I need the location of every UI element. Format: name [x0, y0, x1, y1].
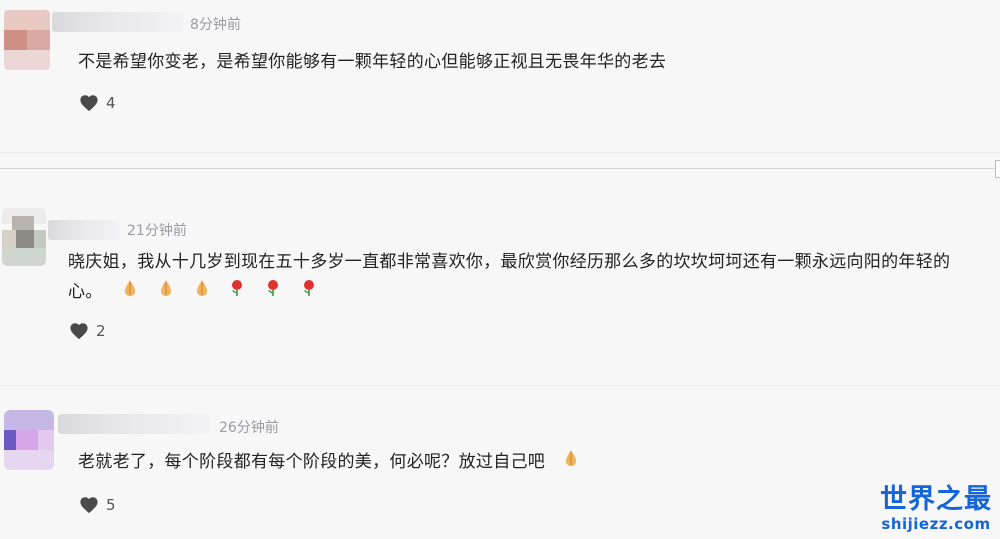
comment-text: 老就老了，每个阶段都有每个阶段的美，何必呢？放过自己吧 [78, 452, 546, 472]
clasped-hands-emoji [122, 277, 138, 307]
username-blurred[interactable] [52, 12, 184, 32]
rose-emoji [301, 277, 317, 307]
username-blurred[interactable] [48, 220, 120, 240]
avatar[interactable] [2, 208, 46, 266]
comment-text: 不是希望你变老，是希望你能够有一颗年轻的心但能够正视且无畏年华的老去 [78, 52, 667, 72]
comment-item: 26分钟前 老就老了，每个阶段都有每个阶段的美，何必呢？放过自己吧 5 [0, 390, 1000, 539]
heart-icon [80, 497, 98, 514]
clasped-hands-emoji [158, 277, 174, 307]
comment-text-line-2: 心。 [68, 277, 331, 307]
divider [0, 152, 1000, 153]
rose-emoji [265, 277, 281, 307]
clasped-hands-emoji [194, 277, 210, 307]
comment-text-line: 老就老了，每个阶段都有每个阶段的美，何必呢？放过自己吧 [78, 447, 593, 477]
comment-text-line-1: 晓庆姐，我从十几岁到现在五十多岁一直都非常喜欢你，最欣赏你经历那么多的坎坎坷坷还… [68, 252, 951, 272]
avatar[interactable] [4, 10, 50, 70]
watermark-title: 世界之最 [880, 484, 992, 515]
comment-item: 8分钟前 不是希望你变老，是希望你能够有一颗年轻的心但能够正视且无畏年华的老去 … [0, 0, 1000, 160]
like-count: 2 [96, 322, 106, 340]
comment-text-tail: 心。 [68, 282, 103, 302]
like-button[interactable]: 2 [69, 322, 106, 340]
like-button[interactable]: 5 [79, 496, 116, 514]
username-blurred[interactable] [58, 414, 210, 434]
comment-timestamp: 8分钟前 [190, 17, 241, 33]
comment-item: 21分钟前 晓庆姐，我从十几岁到现在五十多岁一直都非常喜欢你，最欣赏你经历那么多… [0, 170, 1000, 385]
like-count: 4 [106, 94, 116, 112]
divider [0, 168, 1000, 169]
watermark-logo: 世界之最 shijiezz.com [880, 484, 992, 534]
avatar[interactable] [4, 410, 54, 470]
comment-timestamp: 26分钟前 [219, 420, 279, 436]
comment-timestamp: 21分钟前 [127, 223, 187, 239]
like-button[interactable]: 4 [79, 94, 116, 112]
clasped-hands-emoji [563, 447, 579, 477]
watermark-url: shijiezz.com [881, 515, 991, 533]
like-count: 5 [106, 496, 116, 514]
heart-icon [70, 323, 88, 340]
divider [0, 385, 1000, 386]
rose-emoji [229, 277, 245, 307]
heart-icon [80, 95, 98, 112]
